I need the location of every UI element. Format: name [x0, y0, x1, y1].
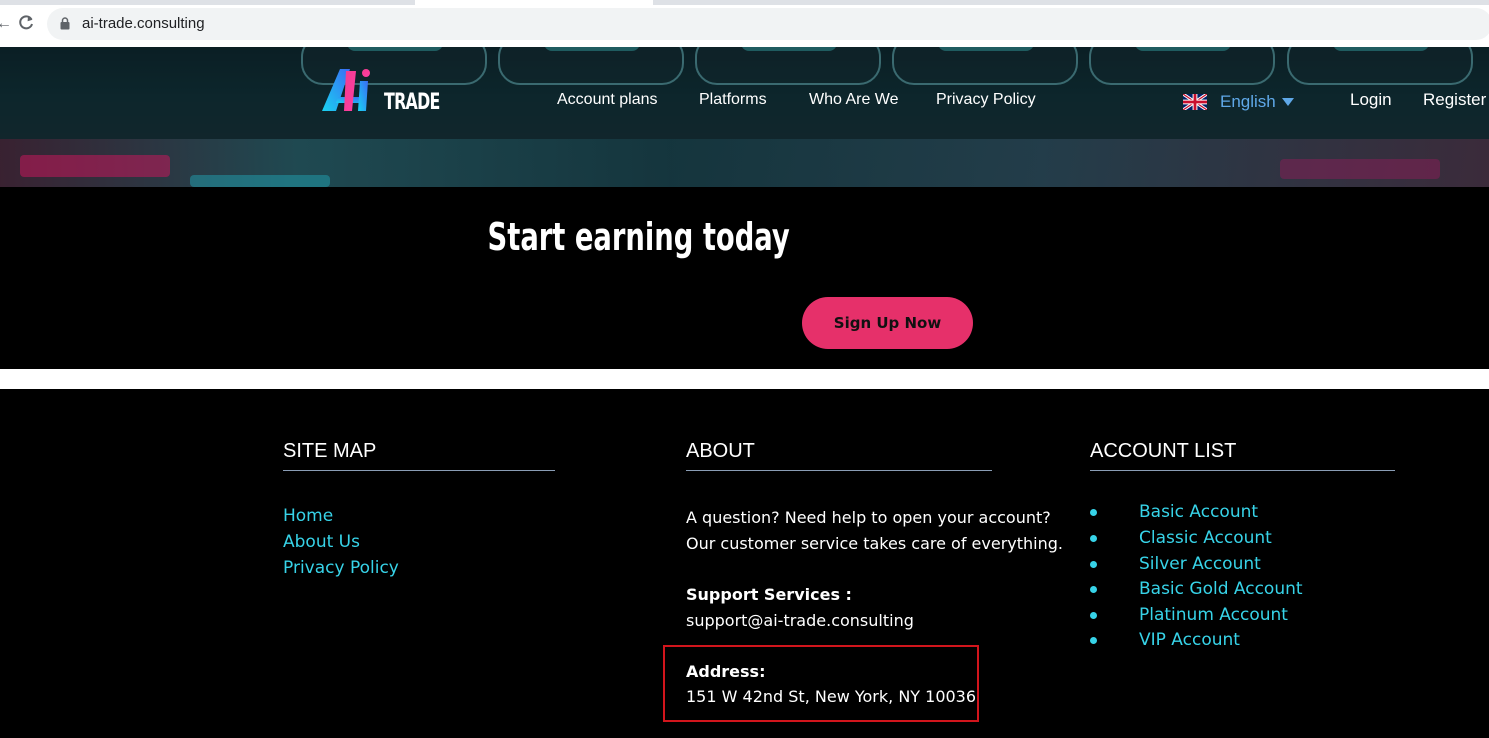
tab-strip	[0, 0, 1489, 5]
account-list-item[interactable]: Classic Account	[1090, 528, 1350, 550]
account-link-basic[interactable]: Basic Account	[1139, 502, 1258, 522]
decorative-pill	[1287, 47, 1473, 85]
account-list-item[interactable]: VIP Account	[1090, 630, 1350, 652]
bullet-icon	[1090, 509, 1097, 516]
reload-icon[interactable]	[16, 13, 36, 33]
account-list-item[interactable]: Platinum Account	[1090, 605, 1350, 627]
register-link[interactable]: Register	[1423, 90, 1486, 110]
language-label: English	[1220, 92, 1276, 111]
footer-link-home[interactable]: Home	[283, 506, 333, 526]
about-line-1: A question? Need help to open your accou…	[686, 508, 1051, 527]
bullet-icon	[1090, 612, 1097, 619]
site-header: TRADE Account plans Platforms Who Are We…	[0, 47, 1489, 187]
support-email[interactable]: support@ai-trade.consulting	[686, 611, 914, 630]
address-value: 151 W 42nd St, New York, NY 10036	[686, 687, 977, 706]
active-tab[interactable]	[415, 0, 653, 5]
bullet-icon	[1090, 561, 1097, 568]
chevron-down-icon	[1281, 98, 1294, 106]
about-underline	[686, 470, 992, 471]
background-glow	[1280, 159, 1440, 179]
address-bar[interactable]	[47, 8, 1489, 40]
uk-flag-icon	[1183, 94, 1207, 110]
back-arrow-icon[interactable]: ←	[0, 14, 12, 34]
account-link-platinum[interactable]: Platinum Account	[1139, 605, 1288, 625]
account-link-vip[interactable]: VIP Account	[1139, 630, 1240, 650]
url-text[interactable]: ai-trade.consulting	[82, 15, 205, 32]
section-divider	[0, 369, 1489, 389]
lock-icon[interactable]	[60, 17, 70, 30]
sign-up-button[interactable]: Sign Up Now	[802, 297, 973, 349]
address-label: Address:	[686, 662, 766, 681]
account-link-basic-gold[interactable]: Basic Gold Account	[1139, 579, 1303, 599]
account-list-heading: ACCOUNT LIST	[1090, 440, 1237, 462]
nav-account-plans[interactable]: Account plans	[557, 91, 658, 109]
support-label: Support Services :	[686, 585, 852, 604]
address-highlight-box	[663, 645, 979, 722]
account-list-item[interactable]: Basic Gold Account	[1090, 579, 1350, 601]
about-heading: ABOUT	[686, 440, 755, 462]
language-selector[interactable]: English	[1183, 91, 1294, 113]
login-link[interactable]: Login	[1350, 90, 1392, 110]
bullet-icon	[1090, 586, 1097, 593]
account-list-item[interactable]: Silver Account	[1090, 554, 1350, 576]
cta-section: Start earning today Sign Up Now	[0, 187, 1489, 369]
nav-platforms[interactable]: Platforms	[699, 91, 767, 109]
browser-toolbar: ← ai-trade.consulting	[0, 0, 1489, 47]
background-glow	[20, 155, 170, 177]
account-link-classic[interactable]: Classic Account	[1139, 528, 1272, 548]
bullet-icon	[1090, 637, 1097, 644]
bullet-icon	[1090, 535, 1097, 542]
decorative-pill	[498, 47, 684, 85]
decorative-pill	[1089, 47, 1275, 85]
site-footer: SITE MAP Home About Us Privacy Policy AB…	[0, 389, 1489, 738]
nav-privacy-policy[interactable]: Privacy Policy	[936, 91, 1036, 109]
footer-link-privacy-policy[interactable]: Privacy Policy	[283, 558, 399, 578]
account-list-item[interactable]: Basic Account	[1090, 502, 1350, 524]
background-glow	[190, 175, 330, 187]
site-map-heading: SITE MAP	[283, 440, 377, 462]
about-line-2: Our customer service takes care of every…	[686, 534, 1063, 553]
logo-text[interactable]: TRADE	[384, 90, 440, 115]
footer-link-about-us[interactable]: About Us	[283, 532, 360, 552]
account-link-silver[interactable]: Silver Account	[1139, 554, 1261, 574]
decorative-pill	[892, 47, 1078, 85]
cta-title: Start earning today	[487, 215, 790, 259]
site-map-underline	[283, 470, 555, 471]
decorative-pill	[695, 47, 881, 85]
account-list-underline	[1090, 470, 1395, 471]
nav-who-are-we[interactable]: Who Are We	[809, 91, 899, 109]
